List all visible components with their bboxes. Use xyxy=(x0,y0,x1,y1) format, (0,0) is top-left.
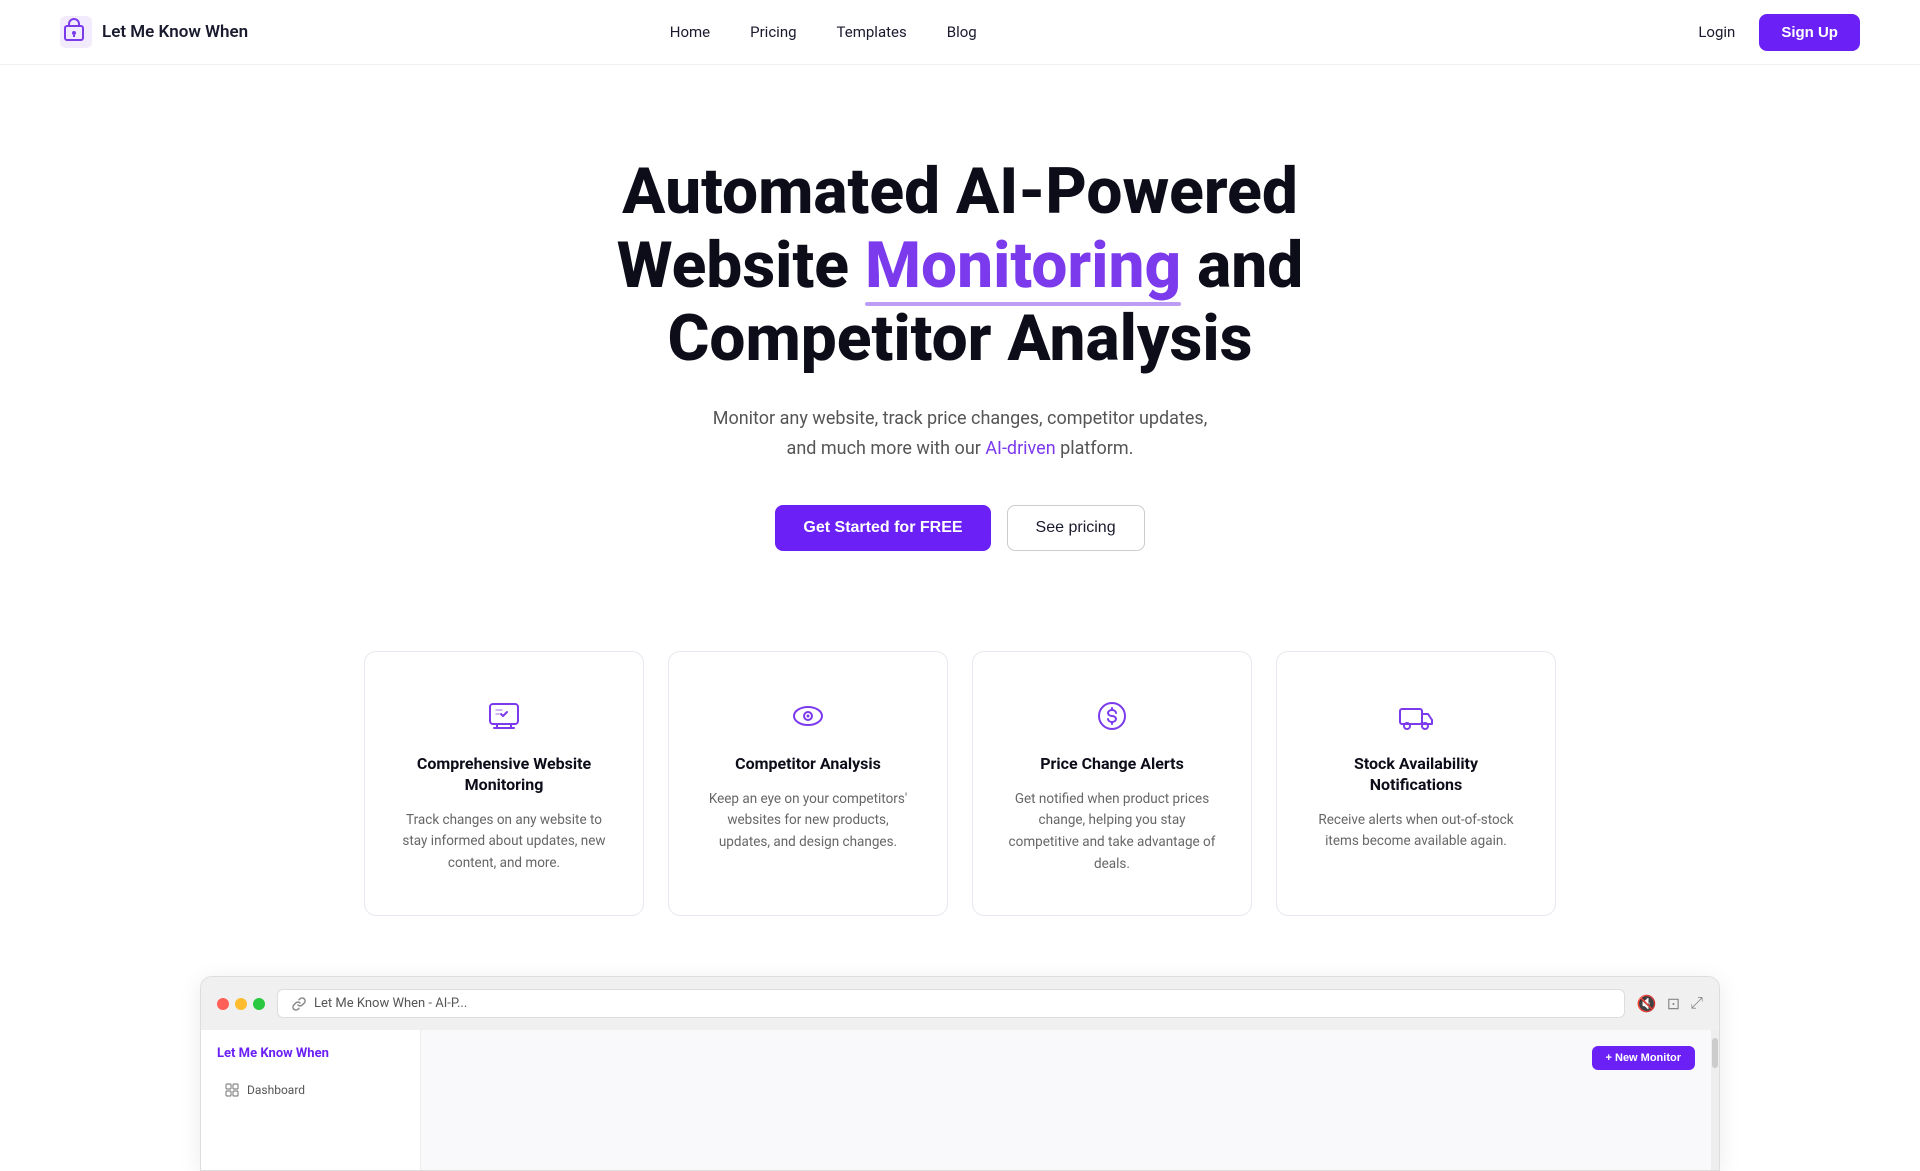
nav-links: Home Pricing Templates Blog xyxy=(670,23,977,41)
nav-pricing[interactable]: Pricing xyxy=(750,23,796,41)
nav-blog[interactable]: Blog xyxy=(947,23,977,41)
browser-content: Let Me Know When Dashboard + New Monitor xyxy=(201,1030,1719,1170)
nav-home[interactable]: Home xyxy=(670,23,710,41)
browser-url-bar: Let Me Know When - AI-P... xyxy=(277,989,1625,1018)
browser-action-buttons: 🔇 ⊡ ⤢ xyxy=(1637,994,1703,1014)
feature-desc-competitor: Keep an eye on your competitors' website… xyxy=(701,789,915,854)
browser-fullscreen-button[interactable]: ⤢ xyxy=(1690,994,1703,1014)
eye-icon xyxy=(784,692,832,740)
hero-subtitle: Monitor any website, track price changes… xyxy=(660,404,1260,465)
features-section: Comprehensive Website Monitoring Track c… xyxy=(0,611,1920,956)
browser-scrollbar[interactable] xyxy=(1711,1030,1719,1170)
logo-link[interactable]: Let Me Know When xyxy=(60,16,248,48)
browser-sound-button[interactable]: 🔇 xyxy=(1637,994,1657,1014)
browser-dot-yellow xyxy=(235,998,247,1010)
link-icon xyxy=(292,997,306,1011)
browser-dot-green xyxy=(253,998,265,1010)
get-started-button[interactable]: Get Started for FREE xyxy=(775,505,990,551)
browser-inner-button[interactable]: + New Monitor xyxy=(1592,1046,1695,1070)
feature-title-price: Price Change Alerts xyxy=(1040,754,1184,775)
login-link[interactable]: Login xyxy=(1698,23,1735,41)
hero-subtitle-part3: platform. xyxy=(1056,438,1134,459)
nav-actions: Login Sign Up xyxy=(1698,14,1860,51)
browser-mockup: Let Me Know When - AI-P... 🔇 ⊡ ⤢ Let Me … xyxy=(200,976,1720,1171)
see-pricing-button[interactable]: See pricing xyxy=(1007,505,1145,551)
browser-pip-button[interactable]: ⊡ xyxy=(1667,994,1680,1014)
hero-subtitle-part2: and much more with our xyxy=(787,438,986,459)
browser-sidebar-dashboard: Dashboard xyxy=(217,1077,404,1103)
feature-title-monitoring: Comprehensive Website Monitoring xyxy=(397,754,611,796)
nav-templates[interactable]: Templates xyxy=(837,23,907,41)
feature-title-competitor: Competitor Analysis xyxy=(735,754,881,775)
browser-url-text: Let Me Know When - AI-P... xyxy=(314,996,467,1011)
monitor-icon xyxy=(480,692,528,740)
hero-buttons: Get Started for FREE See pricing xyxy=(60,505,1860,551)
feature-desc-monitoring: Track changes on any website to stay inf… xyxy=(397,810,611,875)
dashboard-label: Dashboard xyxy=(247,1083,305,1097)
feature-desc-stock: Receive alerts when out-of-stock items b… xyxy=(1309,810,1523,853)
feature-card-competitor-analysis: Competitor Analysis Keep an eye on your … xyxy=(668,651,948,916)
hero-subtitle-part1: Monitor any website, track price changes… xyxy=(713,408,1207,429)
dashboard-icon xyxy=(225,1083,239,1097)
dollar-icon xyxy=(1088,692,1136,740)
feature-desc-price: Get notified when product prices change,… xyxy=(1005,789,1219,875)
ai-driven-link[interactable]: AI-driven xyxy=(985,438,1055,459)
feature-card-stock: Stock Availability Notifications Receive… xyxy=(1276,651,1556,916)
hero-title: Automated AI-Powered Website Monitoring … xyxy=(510,155,1410,376)
browser-sidebar: Let Me Know When Dashboard xyxy=(201,1030,421,1170)
navbar: Let Me Know When Home Pricing Templates … xyxy=(0,0,1920,65)
browser-dots xyxy=(217,998,265,1010)
browser-bar: Let Me Know When - AI-P... 🔇 ⊡ ⤢ xyxy=(201,977,1719,1030)
browser-dot-red xyxy=(217,998,229,1010)
browser-sidebar-logo: Let Me Know When xyxy=(217,1046,404,1061)
hero-title-accent: Monitoring xyxy=(865,229,1181,303)
browser-scroll-thumb xyxy=(1712,1038,1718,1068)
feature-title-stock: Stock Availability Notifications xyxy=(1309,754,1523,796)
feature-card-price-alerts: Price Change Alerts Get notified when pr… xyxy=(972,651,1252,916)
browser-main-area: + New Monitor xyxy=(421,1030,1711,1170)
hero-section: Automated AI-Powered Website Monitoring … xyxy=(0,65,1920,611)
signup-button[interactable]: Sign Up xyxy=(1759,14,1860,51)
feature-card-website-monitoring: Comprehensive Website Monitoring Track c… xyxy=(364,651,644,916)
logo-icon xyxy=(60,16,92,48)
truck-icon xyxy=(1392,692,1440,740)
logo-text: Let Me Know When xyxy=(102,22,248,42)
